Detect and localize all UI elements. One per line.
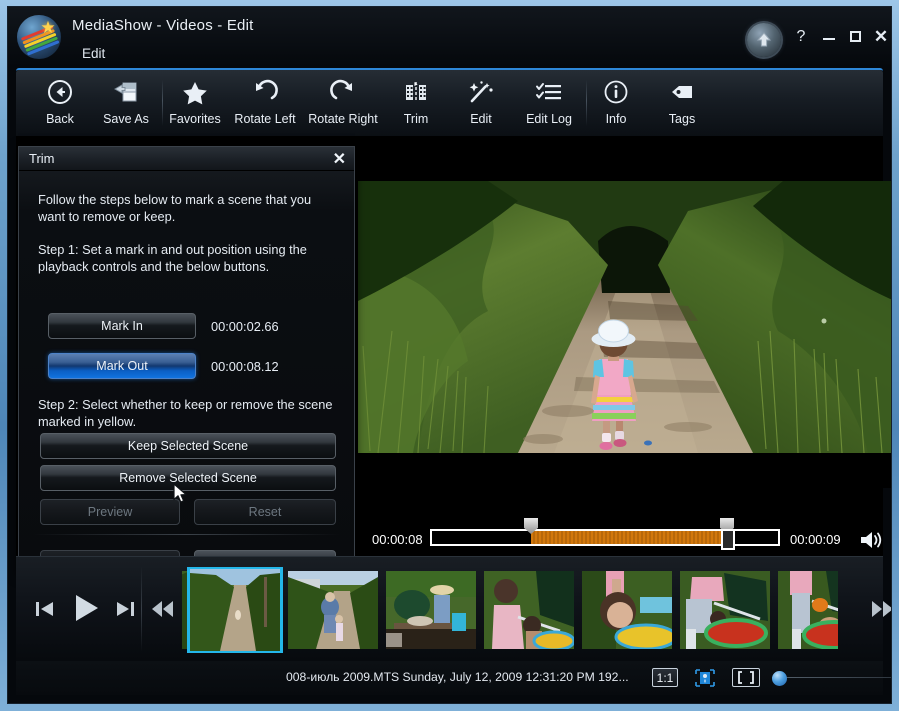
help-button[interactable]: ? [790, 28, 812, 46]
selected-range-fill [531, 531, 727, 544]
trim-step1-text: Step 1: Set a mark in and out position u… [38, 242, 307, 274]
toolbar-save-as-label: Save As [103, 112, 149, 126]
toolbar-trim[interactable]: Trim [388, 74, 444, 134]
application-window: ★ MediaShow - Videos - Edit Edit ? ✕ Bac… [0, 0, 899, 711]
minimize-button[interactable] [818, 29, 840, 40]
trim-dialog-body: Follow the steps below to mark a scene t… [19, 171, 354, 576]
rotate-left-icon [228, 74, 302, 110]
current-time-label: 00:00:08 [372, 532, 423, 547]
maximize-button[interactable] [844, 29, 866, 42]
toolbar-save-as[interactable]: Save As [95, 74, 157, 134]
prev-item-button[interactable] [33, 597, 57, 626]
back-arrow-icon [30, 74, 90, 110]
list-item[interactable] [288, 571, 378, 649]
status-bar: 008-июль 2009.MTS Sunday, July 12, 2009 … [16, 661, 891, 695]
toolbar-back[interactable]: Back [30, 74, 90, 134]
mediashow-logo-icon: ★ [17, 15, 61, 59]
zoom-slider-track[interactable] [772, 677, 891, 678]
toolbar-edit-log-label: Edit Log [526, 112, 572, 126]
trim-close-button[interactable]: ✕ [333, 149, 346, 169]
list-item[interactable] [386, 571, 476, 649]
mouse-cursor [173, 483, 187, 503]
zoom-slider-knob[interactable] [772, 671, 787, 686]
save-as-icon [95, 74, 157, 110]
total-time-label: 00:00:09 [790, 532, 841, 547]
close-button[interactable]: ✕ [870, 27, 891, 47]
toolbar-rotate-right-label: Rotate Right [308, 112, 378, 126]
tag-icon [654, 74, 710, 110]
content-area: 00:00:08 00:00:09 Trim ✕ Follow the step… [16, 136, 891, 695]
list-item[interactable] [484, 571, 574, 649]
toolbar-edit-label: Edit [470, 112, 492, 126]
trim-dialog-titlebar: Trim ✕ [19, 147, 354, 171]
trim-divider [33, 534, 340, 535]
mode-label: Edit [82, 46, 106, 61]
toolbar-favorites[interactable]: Favorites [164, 74, 226, 134]
playhead-handle[interactable] [721, 529, 735, 550]
playback-controls: 00:00:08 00:00:09 [358, 518, 891, 561]
toolbar-info[interactable]: Info [589, 74, 643, 134]
zoom-1to1-button[interactable]: 1:1 [652, 668, 678, 687]
scroll-right-button[interactable] [868, 597, 891, 626]
film-trim-icon [388, 74, 444, 110]
list-item[interactable] [680, 571, 770, 649]
filmstrip [16, 556, 891, 661]
next-item-button[interactable] [113, 597, 137, 626]
window-inner: ★ MediaShow - Videos - Edit Edit ? ✕ Bac… [7, 6, 892, 704]
list-item[interactable] [778, 571, 838, 649]
title-bar: ★ MediaShow - Videos - Edit Edit ? ✕ [8, 7, 891, 67]
fit-to-window-icon[interactable] [692, 668, 718, 687]
file-info-label: 008-июль 2009.MTS Sunday, July 12, 2009 … [286, 670, 629, 684]
toolbar-favorites-label: Favorites [169, 112, 221, 126]
magic-wand-icon [452, 74, 510, 110]
toolbar-rotate-right[interactable]: Rotate Right [304, 74, 382, 134]
thumbnail-list[interactable] [182, 567, 838, 653]
checklist-icon [514, 74, 584, 110]
toolbar-tags[interactable]: Tags [654, 74, 710, 134]
trim-intro-text: Follow the steps below to mark a scene t… [38, 192, 312, 224]
upload-button[interactable] [747, 23, 781, 57]
mark-out-button[interactable]: Mark Out [48, 353, 196, 379]
list-item[interactable] [182, 571, 190, 649]
video-frame [358, 181, 891, 488]
info-circle-icon [589, 74, 643, 110]
mark-in-button[interactable]: Mark In [48, 313, 196, 339]
reset-button[interactable]: Reset [194, 499, 336, 525]
scroll-left-button[interactable] [149, 597, 177, 626]
rotate-right-icon [304, 74, 382, 110]
video-preview[interactable] [358, 181, 891, 488]
list-item[interactable] [187, 567, 283, 653]
trim-dialog: Trim ✕ Follow the steps below to mark a … [18, 146, 355, 576]
toolbar-trim-label: Trim [403, 112, 429, 126]
play-button[interactable] [68, 590, 104, 631]
toolbar-tags-label: Tags [668, 112, 696, 126]
toolbar-back-label: Back [46, 112, 74, 126]
window-title: MediaShow - Videos - Edit [72, 17, 254, 34]
mark-out-timecode: 00:00:08.12 [211, 359, 279, 374]
keep-selected-scene-button[interactable]: Keep Selected Scene [40, 433, 336, 459]
toolbar-info-label: Info [605, 112, 627, 126]
main-toolbar: Back Save As Favorites Rotate Left Rotat… [16, 68, 883, 136]
toolbar-edit[interactable]: Edit [452, 74, 510, 134]
toolbar-edit-log[interactable]: Edit Log [514, 74, 584, 134]
star-icon [164, 74, 226, 110]
fullscreen-icon[interactable] [732, 668, 760, 687]
list-item[interactable] [582, 571, 672, 649]
toolbar-rotate-left[interactable]: Rotate Left [228, 74, 302, 134]
playback-track[interactable] [430, 518, 780, 550]
speaker-icon[interactable] [858, 528, 886, 557]
toolbar-rotate-left-label: Rotate Left [234, 112, 296, 126]
trim-step2-text: Step 2: Select whether to keep or remove… [38, 397, 333, 429]
mark-in-timecode: 00:00:02.66 [211, 319, 279, 334]
trim-dialog-title: Trim [29, 151, 55, 166]
preview-button[interactable]: Preview [40, 499, 180, 525]
